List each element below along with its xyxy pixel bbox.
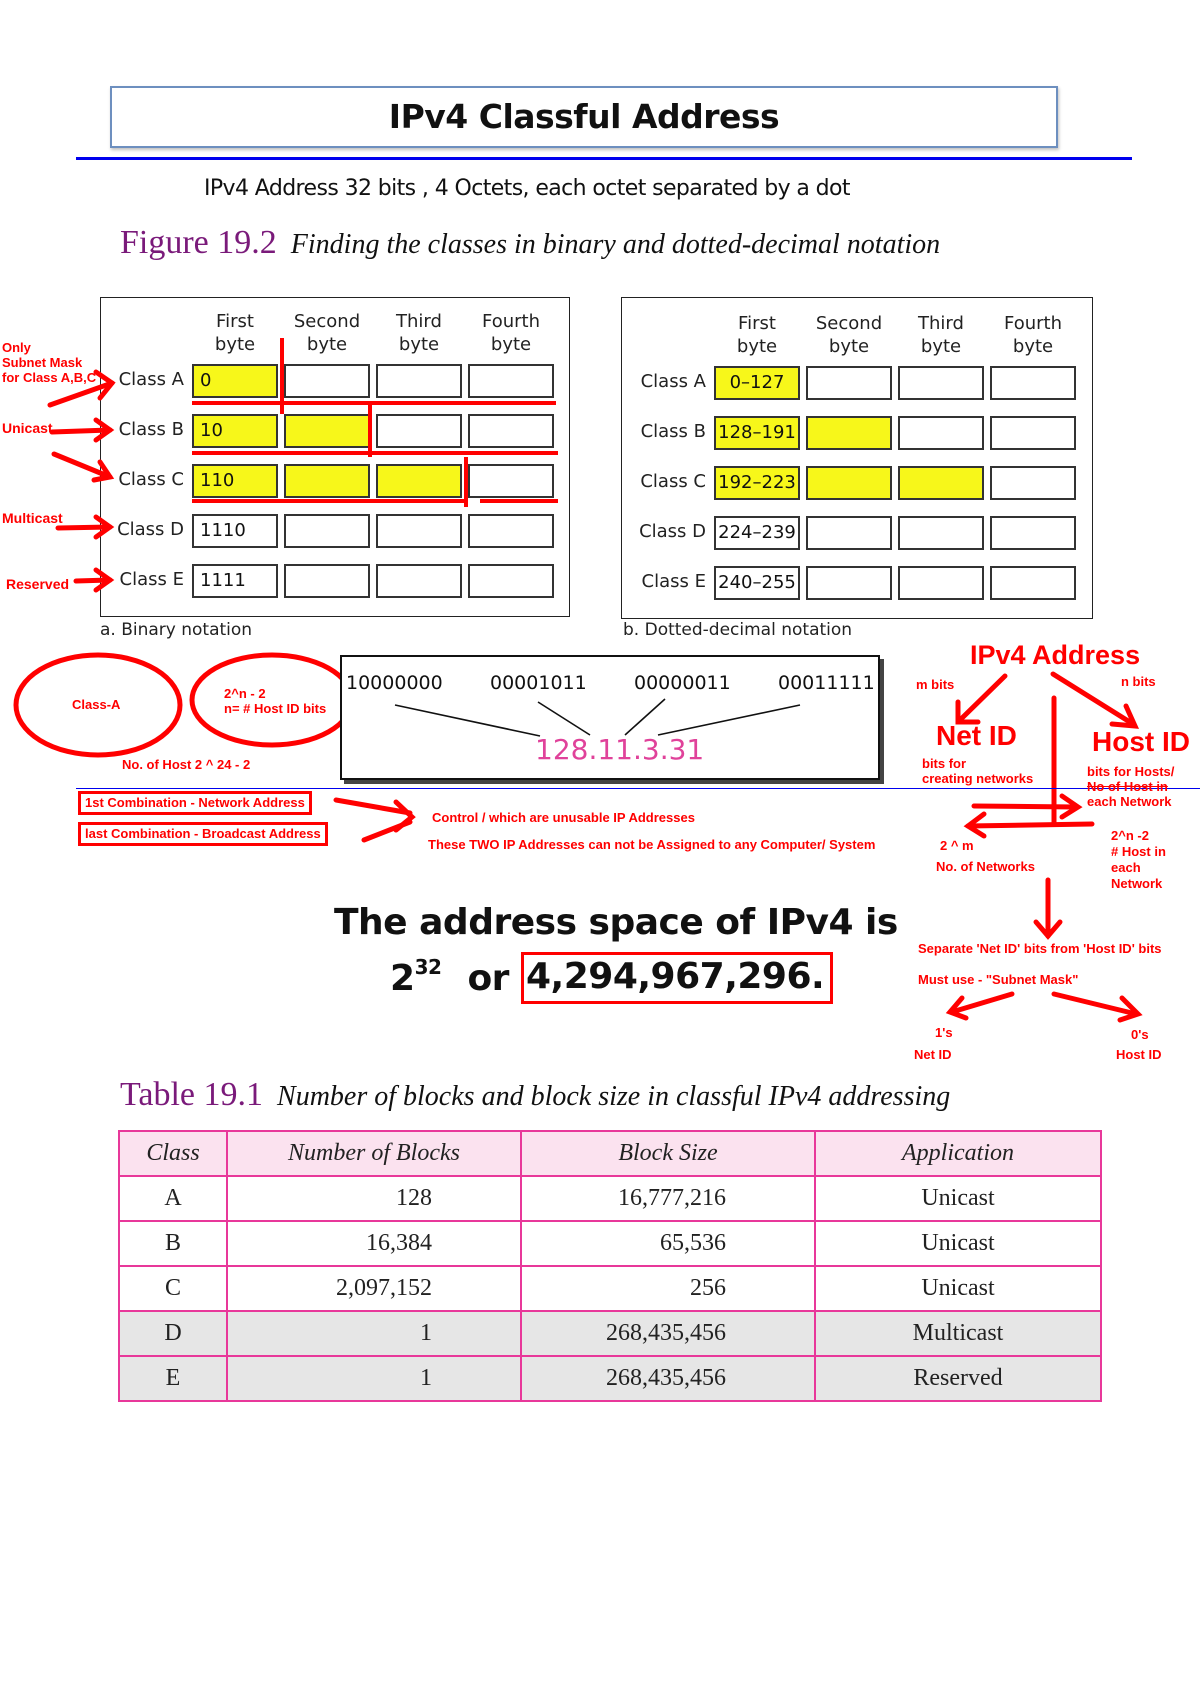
separate-bits-note: Separate 'Net ID' bits from 'Host ID' bi… — [918, 941, 1162, 956]
block-size-cell: 268,435,456 — [520, 1310, 816, 1357]
last-combination-box: last Combination - Broadcast Address — [78, 822, 328, 846]
table-caption-text: Number of blocks and block size in class… — [277, 1081, 951, 1112]
table-caption: Table 19.1 Number of blocks and block siz… — [120, 1076, 950, 1114]
desc-line: No of Host in — [1087, 779, 1168, 794]
control-note: Control / which are unusable IP Addresse… — [432, 810, 695, 825]
dotted-decimal-example: 128.11.3.31 — [535, 733, 705, 766]
desc-line: each Network — [1087, 794, 1172, 809]
application-cell: Reserved — [814, 1355, 1102, 1402]
net-id-label: Net ID — [936, 720, 1017, 751]
host-id-label: Host ID — [1092, 726, 1190, 757]
column-header: Application — [814, 1130, 1102, 1177]
blocks-cell: 1 — [226, 1310, 522, 1357]
class-cell: B — [118, 1220, 228, 1267]
net-id-description: bits for creating networks — [922, 756, 1033, 786]
application-cell: Unicast — [814, 1220, 1102, 1267]
ones-net-id-label: Net ID — [914, 1047, 952, 1062]
m-bits-label: m bits — [916, 677, 955, 692]
block-size-cell: 256 — [520, 1265, 816, 1312]
formula-line: 2^n - 2 — [224, 686, 266, 701]
zeros-label: 0's — [1131, 1027, 1149, 1042]
class-a-oval-label: Class-A — [72, 697, 121, 712]
application-cell: Unicast — [814, 1175, 1102, 1222]
connector-line — [624, 698, 666, 736]
table-row: A 128 16,777,216 Unicast — [118, 1175, 1102, 1222]
blocks-cell: 16,384 — [226, 1220, 522, 1267]
n-bits-label: n bits — [1121, 674, 1156, 689]
class-cell: C — [118, 1265, 228, 1312]
table-header-row: Class Number of Blocks Block Size Applic… — [118, 1130, 1102, 1177]
blocks-cell: 1 — [226, 1355, 522, 1402]
connector-line — [394, 704, 541, 737]
blocks-cell: 128 — [226, 1175, 522, 1222]
host-id-description: bits for Hosts/ No of Host in each Netwo… — [1087, 764, 1174, 809]
total-addresses-box: 4,294,967,296. — [521, 952, 834, 1004]
host-formula: 2^n - 2 n= # Host ID bits — [224, 686, 326, 716]
ipv4-address-title: IPv4 Address — [970, 640, 1141, 670]
arrow-head — [393, 799, 416, 833]
num-hosts-note: No. of Host 2 ^ 24 - 2 — [122, 757, 251, 772]
arrow-class-b — [49, 427, 113, 435]
class-cell: D — [118, 1310, 228, 1357]
block-size-cell: 65,536 — [520, 1220, 816, 1267]
address-space-power: 232 or — [390, 955, 509, 999]
ones-label: 1's — [935, 1025, 953, 1040]
table-row: B 16,384 65,536 Unicast — [118, 1220, 1102, 1267]
first-combination-box: 1st Combination - Network Address — [78, 791, 312, 815]
subnet-mask-required-note: Must use - "Subnet Mask" — [918, 972, 1079, 987]
classful-blocks-table: Class Number of Blocks Block Size Applic… — [118, 1130, 1102, 1402]
desc-line: creating networks — [922, 771, 1034, 786]
application-cell: Multicast — [814, 1310, 1102, 1357]
table-label: Table 19.1 — [120, 1076, 264, 1113]
column-header: Class — [118, 1130, 228, 1177]
arrow-to-host-desc — [971, 803, 1079, 810]
column-header: Number of Blocks — [226, 1130, 522, 1177]
formula-line: 2^n -2 — [1111, 828, 1149, 843]
arrow-to-net-id — [957, 673, 1008, 723]
formula-line: # Host in — [1111, 844, 1166, 859]
arrow-class-d — [55, 524, 113, 531]
or-word: or — [467, 958, 509, 999]
formula-line: Network — [1111, 876, 1163, 891]
block-size-cell: 16,777,216 — [520, 1175, 816, 1222]
desc-line: bits for Hosts/ — [1087, 764, 1175, 779]
class-cell: E — [118, 1355, 228, 1402]
connector-line — [657, 704, 801, 736]
power-exponent: 32 — [414, 955, 442, 979]
power-base: 2 — [390, 958, 415, 999]
zeros-host-id-label: Host ID — [1116, 1047, 1162, 1062]
networks-formula: 2 ^ m — [940, 838, 974, 853]
connector-line — [537, 701, 591, 736]
thin-divider — [76, 788, 1200, 789]
block-size-cell: 268,435,456 — [520, 1355, 816, 1402]
hosts-formula: 2^n -2 # Host in each Network — [1111, 828, 1166, 892]
networks-label: No. of Networks — [936, 859, 1035, 874]
formula-line: n= # Host ID bits — [224, 701, 327, 716]
table-row: C 2,097,152 256 Unicast — [118, 1265, 1102, 1312]
desc-line: bits for — [922, 756, 967, 771]
address-space-statement: The address space of IPv4 is — [334, 902, 898, 943]
blocks-cell: 2,097,152 — [226, 1265, 522, 1312]
class-cell: A — [118, 1175, 228, 1222]
table-row: E 1 268,435,456 Reserved — [118, 1355, 1102, 1402]
table-row: D 1 268,435,456 Multicast — [118, 1310, 1102, 1357]
formula-line: each — [1111, 860, 1141, 875]
arrow-to-networks — [965, 821, 1095, 829]
column-header: Block Size — [520, 1130, 816, 1177]
unassignable-note: These TWO IP Addresses can not be Assign… — [428, 837, 876, 852]
application-cell: Unicast — [814, 1265, 1102, 1312]
